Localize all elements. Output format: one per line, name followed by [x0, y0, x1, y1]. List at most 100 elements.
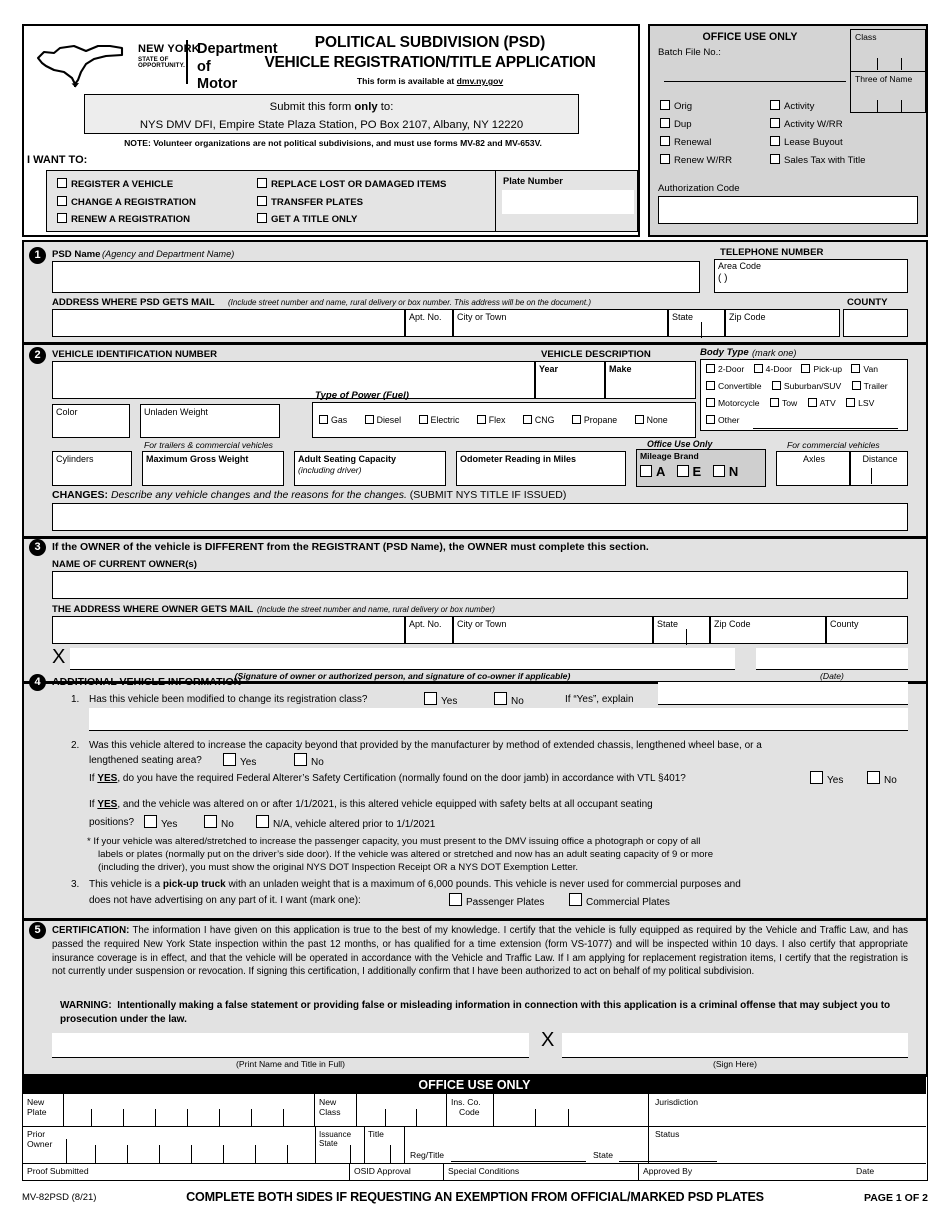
checkbox-2-door[interactable]: [706, 364, 715, 373]
fuel-option-propane[interactable]: Propane: [571, 415, 617, 425]
owner-name-input[interactable]: [52, 571, 908, 599]
body-type-tow[interactable]: Tow: [769, 398, 797, 408]
checkbox-diesel[interactable]: [364, 415, 374, 424]
want-option-replace-items[interactable]: REPLACE LOST OR DAMAGED ITEMS: [257, 177, 446, 195]
changes-input[interactable]: [52, 503, 908, 531]
office-check-activity-wrr[interactable]: Activity W/RR: [770, 118, 843, 130]
q1-yes-option[interactable]: Yes: [424, 692, 457, 707]
certification-signature-input[interactable]: [562, 1033, 908, 1057]
class-cell[interactable]: Class: [851, 30, 927, 72]
q2-yes-option[interactable]: Yes: [223, 753, 256, 768]
checkbox-none[interactable]: [634, 415, 644, 424]
body-type-van[interactable]: Van: [851, 364, 878, 374]
q2c-no-option[interactable]: No: [204, 815, 234, 830]
want-option-register-a-vehicle[interactable]: REGISTER A VEHICLE: [57, 177, 196, 195]
owner-apt-no-cell[interactable]: Apt. No.: [405, 616, 453, 644]
q3-commercial-plates-option[interactable]: Commercial Plates: [569, 893, 670, 908]
psd-name-input[interactable]: [52, 261, 700, 293]
office-check-renewal[interactable]: Renewal: [660, 136, 711, 148]
checkbox-flex[interactable]: [476, 415, 486, 424]
checkbox-transfer-plates[interactable]: [257, 195, 267, 206]
psd-zip-cell[interactable]: Zip Code: [725, 309, 840, 337]
reg-title-input[interactable]: [451, 1161, 586, 1162]
want-option-transfer-plates[interactable]: TRANSFER PLATES: [257, 195, 446, 213]
checkbox-mileage-a[interactable]: [640, 465, 652, 477]
unladen-weight-cell[interactable]: Unladen Weight: [140, 404, 280, 438]
body-type-other-input[interactable]: [753, 428, 898, 430]
owner-signature-input[interactable]: [70, 648, 735, 669]
reg-state-input[interactable]: [619, 1161, 717, 1162]
checkbox-change-a-registration[interactable]: [57, 195, 67, 206]
checkbox-q2c-yes[interactable]: [144, 815, 157, 828]
mileage-brand-n[interactable]: N: [712, 464, 738, 479]
cylinders-cell[interactable]: Cylinders: [52, 451, 132, 486]
checkbox-register-a-vehicle[interactable]: [57, 178, 67, 188]
fuel-option-electric[interactable]: Electric: [418, 415, 459, 425]
checkbox-q1-no[interactable]: [494, 692, 507, 705]
checkbox-q2b-no[interactable]: [867, 771, 880, 784]
body-type-row-other[interactable]: Other: [706, 415, 740, 425]
odometer-cell[interactable]: Odometer Reading in Miles: [456, 451, 626, 486]
want-option-change-a-registration[interactable]: CHANGE A REGISTRATION: [57, 195, 196, 213]
checkbox-electric[interactable]: [418, 415, 428, 424]
office-check-lease-buyout[interactable]: Lease Buyout: [770, 136, 843, 148]
checkbox-pick-up[interactable]: [801, 364, 811, 373]
checkbox-atv[interactable]: [807, 398, 817, 407]
office-check-renew-wrr[interactable]: Renew W/RR: [660, 154, 732, 166]
three-of-name-cell[interactable]: Three of Name: [851, 72, 927, 114]
checkbox-suburban-suv[interactable]: [771, 381, 781, 390]
owner-street-address-input[interactable]: [52, 616, 405, 644]
owner-date-input[interactable]: [756, 648, 908, 669]
max-gross-weight-cell[interactable]: Maximum Gross Weight: [142, 451, 284, 486]
color-cell[interactable]: Color: [52, 404, 130, 438]
distance-cell[interactable]: Distance: [850, 451, 908, 486]
checkbox-orig[interactable]: [660, 100, 670, 110]
owner-state-cell[interactable]: State: [653, 616, 710, 645]
q3-passenger-plates-option[interactable]: Passenger Plates: [449, 893, 544, 908]
fuel-option-gas[interactable]: Gas: [319, 415, 347, 425]
checkbox-other[interactable]: [706, 415, 715, 424]
body-type-2-door[interactable]: 2-Door: [706, 364, 744, 374]
checkbox-gas[interactable]: [319, 415, 328, 424]
checkbox-activity-w-rr[interactable]: [770, 118, 780, 128]
checkbox-q2-no[interactable]: [294, 753, 307, 766]
authorization-code-input[interactable]: [658, 196, 918, 224]
checkbox-cng[interactable]: [522, 415, 532, 424]
psd-state-cell[interactable]: State: [668, 309, 725, 338]
dmv-website-link[interactable]: dmv.ny.gov: [457, 76, 503, 86]
office-check-sales-tax-with-title[interactable]: Sales Tax with Title: [770, 154, 865, 166]
psd-apt-no-cell[interactable]: Apt. No.: [405, 309, 453, 337]
checkbox-commercial-plates[interactable]: [569, 893, 582, 906]
office-check-activity[interactable]: Activity: [770, 100, 814, 112]
office-check-dup[interactable]: Dup: [660, 118, 692, 130]
checkbox-dup[interactable]: [660, 118, 670, 128]
body-type-suburban-suv[interactable]: Suburban/SUV: [771, 381, 841, 391]
checkbox-mileage-e[interactable]: [676, 465, 689, 477]
checkbox-mileage-n[interactable]: [712, 465, 725, 477]
batch-file-no-input[interactable]: [664, 81, 846, 83]
psd-city-cell[interactable]: City or Town: [453, 309, 668, 337]
owner-zip-cell[interactable]: Zip Code: [710, 616, 826, 644]
year-cell[interactable]: Year: [535, 361, 605, 399]
checkbox-renewal[interactable]: [660, 136, 670, 146]
checkbox-van[interactable]: [851, 364, 861, 373]
office-check-orig[interactable]: Orig: [660, 100, 692, 112]
checkbox-4-door[interactable]: [753, 364, 763, 373]
body-type-atv[interactable]: ATV: [807, 398, 836, 408]
fuel-option-none[interactable]: None: [634, 415, 668, 425]
q1-explain-input-line1[interactable]: [658, 682, 908, 704]
body-type-4-door[interactable]: 4-Door: [753, 364, 792, 374]
mileage-brand-a[interactable]: A: [640, 464, 665, 479]
checkbox-q1-yes[interactable]: [424, 692, 437, 705]
q1-explain-input-line2[interactable]: [89, 708, 908, 730]
psd-county-input[interactable]: [843, 309, 908, 337]
checkbox-q2-yes[interactable]: [223, 753, 236, 766]
q2c-yes-option[interactable]: Yes: [144, 815, 177, 830]
checkbox-q2b-yes[interactable]: [810, 771, 823, 784]
checkbox-activity[interactable]: [770, 100, 780, 110]
want-option-renew-a-registration[interactable]: RENEW A REGISTRATION: [57, 212, 196, 230]
body-type-convertible[interactable]: Convertible: [706, 381, 761, 391]
make-cell[interactable]: Make: [605, 361, 696, 399]
checkbox-trailer[interactable]: [851, 381, 861, 390]
owner-county-cell[interactable]: County: [826, 616, 908, 644]
